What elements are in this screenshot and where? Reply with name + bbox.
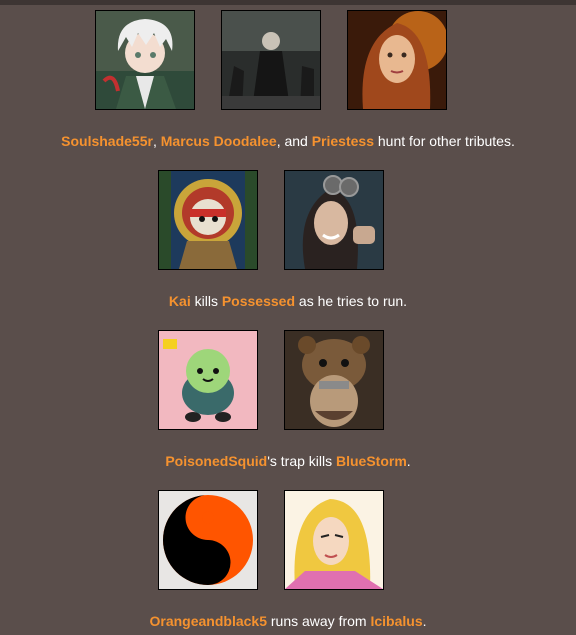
caption-text: hunt for other tributes. (374, 133, 515, 149)
event-caption: PoisonedSquid's trap kills BlueStorm. (0, 453, 576, 469)
tribute-name: BlueStorm (336, 453, 407, 469)
tribute-name: Soulshade55r (61, 133, 153, 149)
tribute-name: Kai (168, 293, 191, 309)
caption-text: 's trap kills (267, 453, 336, 469)
caption-text: , (152, 133, 161, 149)
event-2: Kai kills Possessed as he tries to run. (0, 170, 576, 320)
caption-text: . (406, 453, 411, 469)
top-bar (0, 0, 576, 5)
blonde-anime-character-portrait (284, 490, 384, 590)
tribute-name: Marcus Doodalee (160, 133, 277, 149)
tribute-name: Possessed (221, 293, 296, 309)
caption-text: kills (190, 293, 222, 309)
event-4: Orangeandblack5 runs away from Icibalus. (0, 490, 576, 635)
countryball-saint-icon-portrait (158, 170, 258, 270)
woman-with-goggles-portrait (284, 170, 384, 270)
bear-helmet-warrior-portrait (284, 330, 384, 430)
tribute-name: Orangeandblack5 (149, 613, 267, 629)
event-1: Soulshade55r, Marcus Doodalee, and Pries… (0, 10, 576, 160)
tribute-name: Priestess (311, 133, 374, 149)
event-caption: Soulshade55r, Marcus Doodalee, and Pries… (0, 133, 576, 149)
dark-cloaked-figure-portrait (221, 10, 321, 110)
event-3: PoisonedSquid's trap kills BlueStorm. (0, 330, 576, 480)
caption-text: runs away from (266, 613, 371, 629)
caption-text: , and (276, 133, 312, 149)
tribute-name: Icibalus (370, 613, 423, 629)
orange-yin-yang-portrait (158, 490, 258, 590)
tribute-name: PoisonedSquid (165, 453, 268, 469)
caption-text: . (422, 613, 427, 629)
caption-text: as he tries to run. (295, 293, 408, 309)
event-caption: Orangeandblack5 runs away from Icibalus. (0, 613, 576, 629)
red-haired-woman-portrait (347, 10, 447, 110)
event-caption: Kai kills Possessed as he tries to run. (0, 293, 576, 309)
white-haired-anime-boy-portrait (95, 10, 195, 110)
green-blob-cartoon-portrait (158, 330, 258, 430)
